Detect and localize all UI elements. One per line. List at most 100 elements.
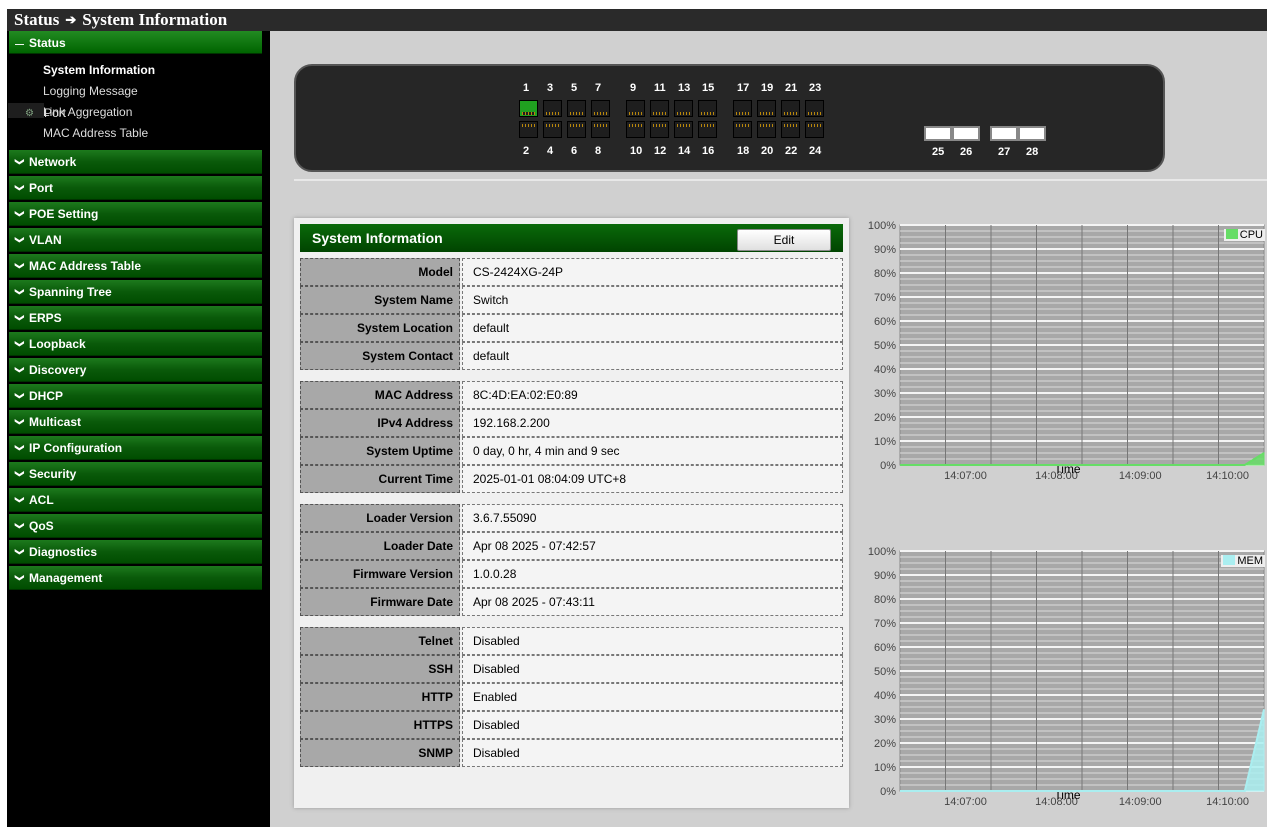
ethernet-port[interactable] [781,100,800,117]
menu-item[interactable]: ❯ Management [9,566,262,590]
info-row: HTTP Enabled [300,683,843,711]
chart-legend: CPU [1223,229,1265,241]
sfp-port[interactable] [1018,126,1046,141]
ethernet-port[interactable] [698,100,717,117]
ethernet-port[interactable] [626,121,645,138]
port-number: 9 [630,82,637,94]
menu-item-label: QoS [29,519,54,533]
menu-item[interactable]: ❯ Network [9,150,262,174]
menu-item[interactable]: ❯ Spanning Tree [9,280,262,304]
menu-item[interactable]: ❯ Discovery [9,358,262,382]
ethernet-port[interactable] [674,121,693,138]
y-tick-label: 20% [874,412,896,424]
menu-item[interactable]: ❯ POE Setting [9,202,262,226]
y-tick-label: 70% [874,292,896,304]
menu-item[interactable]: ❯ IP Configuration [9,436,262,460]
menu-item[interactable]: ❯ Diagnostics [9,540,262,564]
ethernet-port[interactable] [781,121,800,138]
ethernet-port[interactable] [591,100,610,117]
info-row: Telnet Disabled [300,627,843,655]
sfp-port[interactable] [990,126,1018,141]
info-value: 1.0.0.28 [462,560,843,588]
ethernet-port[interactable] [543,100,562,117]
status-subitem[interactable]: Link Aggregation [7,102,270,123]
info-label: SSH [300,655,460,683]
menu-item[interactable]: ❯ VLAN [9,228,262,252]
y-tick-label: 40% [874,364,896,376]
cpu-chart: 0% 10% 20% 30% 40% 50% 60% 70% 80% 90% 100% 14:07:0… [854,217,1267,492]
info-row: System Location default [300,314,843,342]
legend-swatch [1225,229,1238,239]
status-subitem-label: System Information [43,63,156,77]
menu-item[interactable]: ❯ ERPS [9,306,262,330]
sfp-number: 26 [960,146,973,158]
y-tick-label: 80% [874,594,896,606]
y-tick-label: 80% [874,268,896,280]
menu-item[interactable]: ❯ QoS [9,514,262,538]
ethernet-port[interactable] [805,121,824,138]
edit-button[interactable]: Edit [737,229,831,251]
info-label: HTTP [300,683,460,711]
chevron-down-icon: ❯ [15,158,25,166]
system-information-title: System Information [312,230,443,246]
info-label: System Contact [300,342,460,370]
menu-item[interactable]: ❯ ACL [9,488,262,512]
info-row: Firmware Version 1.0.0.28 [300,560,843,588]
menu-item[interactable]: ❯ MAC Address Table [9,254,262,278]
ethernet-port[interactable] [591,121,610,138]
info-row: SSH Disabled [300,655,843,683]
status-subitem[interactable]: System Information [7,60,270,81]
status-subitem[interactable]: MAC Address Table [7,123,270,144]
status-subitem[interactable]: Logging Message [7,81,270,102]
sfp-port[interactable] [924,126,952,141]
port-number: 20 [761,145,774,157]
menu-item[interactable]: ❯ Loopback [9,332,262,356]
ethernet-port[interactable] [543,121,562,138]
y-tick-label: 100% [868,546,896,558]
menu-item-label: Loopback [29,337,86,351]
ethernet-port[interactable] [733,100,752,117]
menu-item[interactable]: ❯ Multicast [9,410,262,434]
port-pins-icon [653,124,666,127]
divider [294,179,1267,181]
ethernet-port[interactable] [674,100,693,117]
ethernet-port[interactable] [698,121,717,138]
info-row: SNMP Disabled [300,739,843,767]
ethernet-port[interactable] [626,100,645,117]
port-pins-icon [522,112,535,115]
port-number: 19 [761,82,774,94]
chevron-down-icon: ❯ [15,574,25,582]
ethernet-port[interactable] [757,100,776,117]
info-label: Telnet [300,627,460,655]
menu-item[interactable]: ❯ Security [9,462,262,486]
status-subitem-label: Link Aggregation [43,105,133,119]
ethernet-port[interactable] [805,100,824,117]
sfp-port[interactable] [952,126,980,141]
info-label: System Location [300,314,460,342]
menu-item[interactable]: ❯ DHCP [9,384,262,408]
ethernet-port[interactable] [733,121,752,138]
port-pins-icon [760,124,773,127]
chevron-down-icon: ❯ [15,288,25,296]
menu-item[interactable]: ❯ Port [9,176,262,200]
port-number: 5 [571,82,578,94]
ethernet-port[interactable] [650,100,669,117]
menu-status[interactable]: — Status [9,31,262,54]
y-tick-label: 20% [874,738,896,750]
ethernet-port[interactable] [567,100,586,117]
port-pins-icon [594,112,607,115]
ethernet-port[interactable] [519,100,538,117]
port-number: 14 [678,145,691,157]
info-value: Apr 08 2025 - 07:43:11 [462,588,843,616]
info-row: Firmware Date Apr 08 2025 - 07:43:11 [300,588,843,616]
ethernet-port[interactable] [567,121,586,138]
port-number: 2 [523,145,530,157]
port-number: 15 [702,82,715,94]
sfp-number: 27 [998,146,1011,158]
ethernet-port[interactable] [757,121,776,138]
menu-item-label: Discovery [29,363,87,377]
info-value: Disabled [462,655,843,683]
port-number: 1 [523,82,530,94]
ethernet-port[interactable] [650,121,669,138]
ethernet-port[interactable] [519,121,538,138]
